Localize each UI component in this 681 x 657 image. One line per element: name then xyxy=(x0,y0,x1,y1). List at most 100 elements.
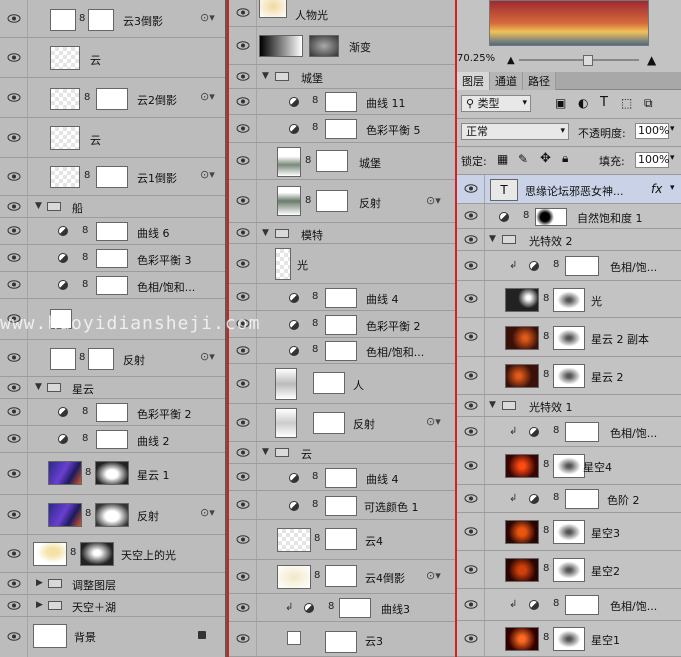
layer-mask-thumbnail[interactable] xyxy=(535,207,567,226)
layer-mask-thumbnail[interactable] xyxy=(88,9,114,31)
layer-name[interactable]: 色相/饱... xyxy=(610,259,657,275)
layer-thumbnail[interactable] xyxy=(505,364,539,388)
chain-link-icon[interactable]: 8 xyxy=(84,170,90,181)
chain-link-icon[interactable]: 8 xyxy=(543,525,549,536)
layer-name[interactable]: 星云 1 xyxy=(137,467,170,483)
visibility-eye-icon[interactable] xyxy=(236,71,250,81)
chain-link-icon[interactable]: 8 xyxy=(314,533,320,544)
layer-row[interactable]: 8 星云 1 xyxy=(0,453,225,495)
layer-thumbnail[interactable] xyxy=(277,528,311,552)
layer-name[interactable]: 曲线 4 xyxy=(366,291,399,307)
layer-name[interactable]: 人 xyxy=(353,377,364,393)
group-name[interactable]: 天空＋湖 xyxy=(72,599,116,615)
type-filter-icon[interactable]: T xyxy=(600,95,608,110)
chain-link-icon[interactable]: 8 xyxy=(79,352,85,363)
layer-mask-thumbnail[interactable] xyxy=(88,348,114,370)
layer-row[interactable]: 8 星空4 xyxy=(457,447,681,485)
layer-mask-thumbnail[interactable] xyxy=(325,92,357,112)
visibility-eye-icon[interactable] xyxy=(7,382,21,392)
layer-row[interactable]: 背景 xyxy=(0,617,225,657)
layer-name[interactable]: 星空3 xyxy=(591,525,620,541)
layer-name[interactable]: 云3 xyxy=(365,633,383,649)
layer-row[interactable]: ↲ 8 色相/饱... xyxy=(457,589,681,621)
visibility-eye-icon[interactable] xyxy=(236,571,250,581)
visibility-eye-icon[interactable] xyxy=(464,332,478,341)
chain-link-icon[interactable]: 8 xyxy=(543,369,549,380)
layer-name[interactable]: 星云 2 副本 xyxy=(591,331,649,347)
layer-thumbnail[interactable] xyxy=(505,627,539,651)
chain-link-icon[interactable]: 8 xyxy=(543,331,549,342)
layer-name[interactable]: 色彩平衡 2 xyxy=(366,318,421,334)
layer-row[interactable]: 8 云2倒影 ⊙▾ xyxy=(0,78,225,118)
layer-name[interactable]: 光 xyxy=(591,293,602,309)
layer-mask-thumbnail[interactable] xyxy=(309,35,339,57)
layer-row[interactable]: ▼ 光特效 2 xyxy=(457,229,681,251)
layer-mask-thumbnail[interactable] xyxy=(325,119,357,139)
layer-thumbnail[interactable] xyxy=(259,35,303,57)
visibility-eye-icon[interactable] xyxy=(464,370,478,380)
chain-link-icon[interactable]: 8 xyxy=(305,195,311,206)
layer-row[interactable]: 8 城堡 xyxy=(229,143,455,180)
visibility-eye-icon[interactable] xyxy=(7,468,21,478)
chain-link-icon[interactable]: 8 xyxy=(543,632,549,643)
layer-name[interactable]: 星空1 xyxy=(591,632,620,648)
layer-row[interactable]: 8 云3倒影 ⊙▾ xyxy=(0,0,225,38)
layer-row[interactable]: 8 自然饱和度 1 xyxy=(457,204,681,229)
layer-thumbnail[interactable] xyxy=(50,166,80,188)
layer-mask-thumbnail[interactable] xyxy=(96,88,128,110)
chain-link-icon[interactable]: 8 xyxy=(328,601,334,612)
visibility-eye-icon[interactable] xyxy=(236,8,250,17)
visibility-eye-icon[interactable] xyxy=(7,226,21,235)
layer-name[interactable]: 光特效 2 xyxy=(529,233,573,249)
layer-row[interactable]: 8 色彩平衡 2 xyxy=(229,311,455,338)
visibility-eye-icon[interactable] xyxy=(7,632,21,641)
fx-indicator-icon[interactable]: ⊙▾ xyxy=(200,350,215,363)
fx-indicator-icon[interactable]: ⊙▾ xyxy=(426,194,441,207)
layer-row[interactable]: 渐变 xyxy=(229,27,455,65)
chain-link-icon[interactable]: 8 xyxy=(305,155,311,166)
layer-name[interactable]: 云2倒影 xyxy=(137,92,177,108)
expand-arrow-icon[interactable]: ▼ xyxy=(262,447,269,457)
expand-arrow-icon[interactable]: ▼ xyxy=(35,382,42,392)
visibility-eye-icon[interactable] xyxy=(236,96,250,106)
layer-mask-thumbnail[interactable] xyxy=(553,627,585,651)
layer-mask-thumbnail[interactable] xyxy=(325,467,357,488)
layer-thumbnail[interactable] xyxy=(505,287,539,312)
layer-name[interactable]: 自然饱和度 1 xyxy=(577,210,643,226)
layer-mask-thumbnail[interactable] xyxy=(96,166,128,188)
chain-link-icon[interactable]: 8 xyxy=(314,570,320,581)
layer-thumbnail[interactable] xyxy=(50,46,80,70)
layer-thumbnail[interactable] xyxy=(277,565,311,589)
visibility-eye-icon[interactable] xyxy=(236,500,250,509)
layer-thumbnail[interactable] xyxy=(50,126,80,150)
chevron-down-icon[interactable]: ▾ xyxy=(670,183,675,193)
visibility-eye-icon[interactable] xyxy=(7,600,21,610)
layer-thumbnail[interactable] xyxy=(50,88,80,110)
collapse-arrow-icon[interactable]: ▶ xyxy=(36,578,43,588)
layer-name[interactable]: 可选颜色 1 xyxy=(364,499,419,515)
expand-arrow-icon[interactable]: ▼ xyxy=(35,201,42,211)
layer-name[interactable]: 色相/饱和... xyxy=(366,344,424,360)
visibility-eye-icon[interactable] xyxy=(236,196,250,205)
visibility-eye-icon[interactable] xyxy=(7,509,21,519)
layer-row[interactable]: ▼ 云 xyxy=(229,442,455,464)
visibility-eye-icon[interactable] xyxy=(464,184,478,193)
layer-row[interactable]: 8 色相/饱和... xyxy=(229,338,455,364)
layer-mask-thumbnail[interactable] xyxy=(325,631,357,653)
visibility-eye-icon[interactable] xyxy=(7,13,21,23)
chain-link-icon[interactable]: 8 xyxy=(79,13,85,24)
chain-link-icon[interactable]: 8 xyxy=(312,318,318,329)
layer-mask-thumbnail[interactable] xyxy=(96,276,128,295)
tab-paths[interactable]: 路径 xyxy=(523,72,556,90)
visibility-eye-icon[interactable] xyxy=(464,599,478,609)
layer-name[interactable]: 反射 xyxy=(353,416,375,432)
visibility-eye-icon[interactable] xyxy=(464,460,478,470)
fx-indicator-icon[interactable]: ⊙▾ xyxy=(200,90,215,103)
layer-row[interactable]: ↲ 8 色阶 2 xyxy=(457,485,681,513)
fx-indicator-icon[interactable]: ⊙▾ xyxy=(200,168,215,181)
layer-row[interactable]: ↲ 8 曲线3 xyxy=(229,594,455,622)
expand-arrow-icon[interactable]: ▼ xyxy=(262,71,269,81)
visibility-eye-icon[interactable] xyxy=(236,534,250,544)
layer-mask-thumbnail[interactable] xyxy=(553,325,585,350)
layer-row[interactable]: 8 反射 ⊙▾ xyxy=(0,340,225,377)
